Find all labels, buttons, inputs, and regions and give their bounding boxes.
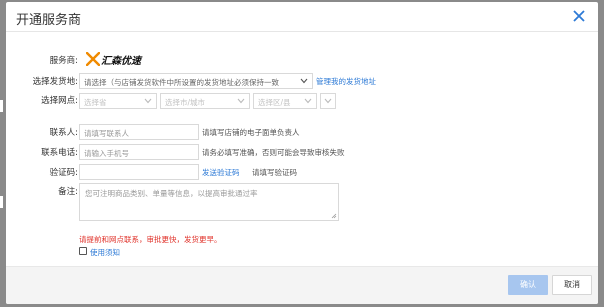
chevron-down-icon: [300, 78, 308, 84]
chevron-down-icon: [324, 98, 332, 104]
remark-placeholder: 您可注明商品类别、单量等信息，以提高审批通过率: [85, 189, 258, 198]
code-hint: 请填写验证码: [252, 168, 297, 177]
branch-extra-select[interactable]: [320, 93, 336, 109]
phone-placeholder: 请输入手机号: [84, 149, 129, 158]
branch-city-value: 选择市/城市: [165, 98, 206, 107]
ship-address-value: 请选择（与店铺发货软件中所设置的发货地址必须保持一致: [84, 78, 279, 87]
huisen-logo-icon: [86, 52, 100, 66]
resize-handle-icon[interactable]: [331, 213, 337, 219]
close-icon[interactable]: [572, 9, 586, 23]
branch-province-value: 选择省: [84, 98, 107, 107]
chevron-down-icon: [237, 98, 245, 104]
terms-checkbox[interactable]: [79, 247, 87, 255]
phone-hint: 请务必填写准确，否则可能会导致审核失败: [202, 148, 345, 157]
provider-label: 服务商:: [49, 56, 78, 66]
warning-text: 请提前和网点联系，审批更快，发货更早。: [79, 235, 222, 244]
remark-textarea[interactable]: 您可注明商品类别、单量等信息，以提高审批通过率: [79, 183, 339, 221]
background-page-fragment: [0, 196, 3, 208]
send-code-link[interactable]: 发送验证码: [202, 167, 240, 178]
chevron-down-icon: [304, 98, 312, 104]
remark-label: 备注:: [58, 187, 78, 197]
dialog-title-bar: 开通服务商: [6, 2, 598, 32]
confirm-button[interactable]: 确认: [508, 275, 548, 295]
contact-input[interactable]: 请填写联系人: [79, 124, 199, 140]
contact-hint: 请填写店铺的电子面单负责人: [202, 128, 300, 137]
ship-address-label: 选择发货地:: [32, 77, 78, 87]
terms-link[interactable]: 使用须知: [90, 247, 120, 258]
cancel-button[interactable]: 取消: [552, 275, 592, 295]
open-service-provider-dialog: 开通服务商 服务商: 汇森优速 选择发货地: 请选择（与店铺发货软件中所设置的发…: [6, 2, 598, 304]
branch-district-value: 选择区/县: [258, 98, 291, 107]
contact-placeholder: 请填写联系人: [84, 129, 129, 138]
manage-address-link[interactable]: 管理我的发货地址: [316, 76, 376, 87]
contact-label: 联系人:: [49, 128, 78, 138]
dialog-title: 开通服务商: [16, 13, 82, 28]
branch-city-select[interactable]: 选择市/城市: [160, 93, 250, 109]
ship-address-select[interactable]: 请选择（与店铺发货软件中所设置的发货地址必须保持一致: [79, 73, 313, 89]
phone-input[interactable]: 请输入手机号: [79, 144, 199, 160]
provider-logo-text: 汇森优速: [101, 56, 141, 67]
branch-province-select[interactable]: 选择省: [79, 93, 157, 109]
branch-district-select[interactable]: 选择区/县: [253, 93, 317, 109]
phone-label: 联系电话:: [41, 148, 78, 158]
background-page-fragment: [0, 100, 3, 112]
branch-label: 选择网点:: [41, 96, 78, 106]
dialog-footer: 确认 取消: [6, 266, 598, 304]
code-label: 验证码:: [49, 168, 78, 178]
chevron-down-icon: [144, 98, 152, 104]
code-input[interactable]: [79, 164, 199, 180]
